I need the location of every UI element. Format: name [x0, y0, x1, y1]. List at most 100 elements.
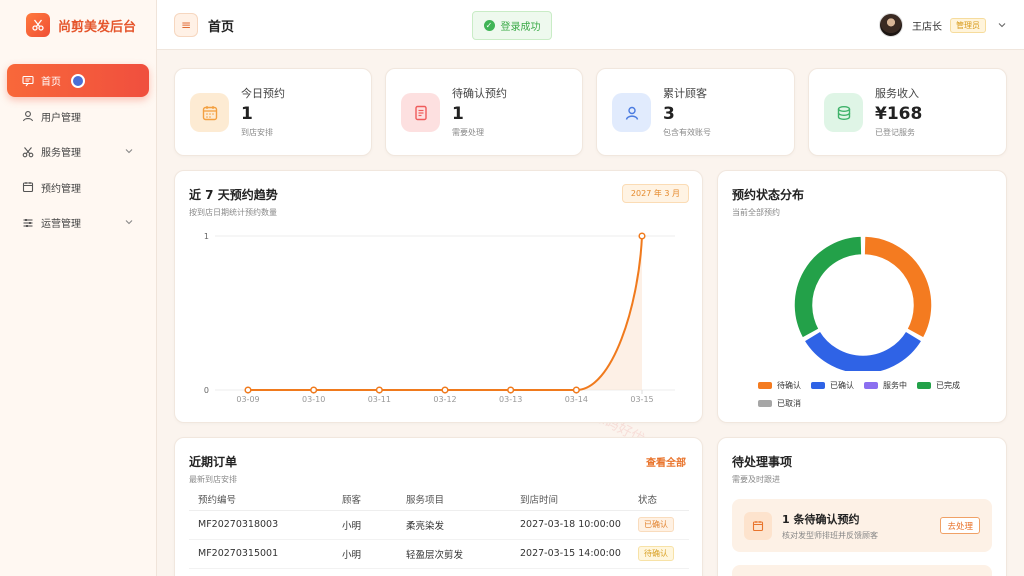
sidebar-item-label: 运营管理 [41, 219, 81, 230]
check-circle-icon: ✓ [483, 20, 495, 31]
y-tick-label: 0 [204, 386, 209, 395]
sliders-icon [21, 216, 35, 230]
donut-slice[interactable] [803, 330, 923, 371]
menu-toggle-button[interactable]: ≡ [174, 13, 198, 37]
stat-card-pending-appointments: 待确认预约 1 需要处理 [385, 68, 583, 156]
donut-slice[interactable] [793, 235, 863, 339]
stat-sub: 包含有效账号 [663, 128, 711, 137]
legend-item[interactable]: 待确认 [758, 376, 801, 394]
x-tick-label: 03-10 [302, 395, 325, 404]
order-status-cell: 已确认 [629, 510, 689, 540]
stat-value: ¥168 [875, 104, 923, 124]
sidebar-item-users[interactable]: 用户管理 [7, 100, 149, 133]
indicator-dot [71, 73, 85, 88]
role-badge: 管理员 [950, 17, 986, 33]
stat-label: 服务收入 [875, 87, 919, 100]
sidebar-item-home[interactable]: 首页 [7, 64, 149, 97]
handle-button[interactable]: 去处理 [940, 517, 980, 534]
legend-swatch [864, 381, 878, 389]
status-donut-chart [793, 235, 933, 371]
login-success-toast: ✓ 登录成功 [472, 11, 552, 40]
coins-icon [824, 93, 863, 132]
chevron-down-icon [125, 220, 133, 225]
sidebar-item-label: 服务管理 [41, 148, 81, 159]
sidebar: 尚剪美发后台 首页 用户管理 服务管理 预约管理 运营管理 [0, 0, 157, 576]
stat-label: 待确认预约 [452, 87, 507, 100]
legend-item[interactable]: 已取消 [758, 394, 801, 412]
legend-item[interactable]: 已完成 [917, 376, 960, 394]
top-header: ≡ 首页 ✓ 登录成功 王店长 管理员 [157, 0, 1024, 50]
legend-item[interactable]: 已确认 [811, 376, 854, 394]
x-tick-label: 03-14 [565, 395, 588, 404]
calendar-icon [190, 93, 229, 132]
stat-sub: 已登记服务 [875, 128, 915, 137]
brand-name: 尚剪美发后台 [58, 19, 137, 35]
data-point [441, 386, 449, 394]
avatar [879, 13, 903, 37]
x-tick-label: 03-11 [368, 395, 391, 404]
sidebar-item-operations[interactable]: 运营管理 [7, 206, 149, 239]
x-tick-label: 03-13 [499, 395, 522, 404]
order-status-cell: 待确认 [629, 539, 689, 569]
column-header: 预约编号 [189, 488, 333, 511]
stat-card-service-revenue: 服务收入 ¥168 已登记服务 [808, 68, 1007, 156]
legend-label: 待确认 [777, 380, 801, 390]
sidebar-item-services[interactable]: 服务管理 [7, 135, 149, 168]
chevron-down-icon [998, 23, 1006, 28]
order-id: MF20270318003 [189, 510, 333, 540]
brand: 尚剪美发后台 [0, 0, 156, 50]
stat-sub: 到店安排 [241, 128, 273, 137]
calendar-icon [21, 180, 35, 194]
x-tick-label: 03-12 [433, 395, 456, 404]
user-name: 王店长 [912, 21, 942, 33]
column-header: 到店时间 [511, 488, 629, 511]
stat-card-today-appointments: 今日预约 1 到店安排 [174, 68, 372, 156]
data-point [375, 386, 383, 394]
donut-slice[interactable] [863, 235, 933, 339]
series-area [248, 236, 642, 390]
sidebar-item-label: 首页 [41, 77, 61, 88]
trend-chart-card: 近 7 天预约趋势 按到店日期统计预约数量 2027 年 3 月 0 1 03-09… [174, 170, 703, 423]
table-header-row: 预约编号 顾客 服务项目 到店时间 状态 [189, 488, 689, 511]
stat-card-total-customers: 累计顾客 3 包含有效账号 [596, 68, 795, 156]
table-row[interactable]: MF20270315001 小明 轻盈层次剪发 2027-03-15 14:00… [189, 539, 689, 569]
stat-value: 1 [452, 104, 464, 124]
todo-item-subtitle: 核对发型师排班并反馈顾客 [782, 531, 878, 540]
data-point [310, 386, 318, 394]
order-customer: 小明 [333, 539, 397, 569]
orders-table: 预约编号 顾客 服务项目 到店时间 状态 MF20270318003 小明 柔亮… [189, 488, 689, 569]
recent-orders-card: 近期订单 最新到店安排 查看全部 预约编号 顾客 服务项目 到店时间 状态 MF… [174, 437, 703, 576]
legend-label: 已确认 [830, 380, 854, 390]
y-tick-label: 1 [204, 232, 209, 241]
data-point [638, 232, 646, 240]
trend-line-chart: 0 1 03-09 03-10 03-11 03-12 03-13 03-14 03-15 [204, 232, 675, 404]
x-tick-label: 03-15 [630, 395, 653, 404]
legend-swatch [758, 399, 772, 407]
legend-label: 已取消 [777, 398, 801, 408]
user-menu[interactable]: 王店长 管理员 [879, 13, 1008, 37]
sidebar-item-label: 预约管理 [41, 183, 81, 195]
column-header: 状态 [629, 488, 689, 511]
todo-item[interactable] [732, 565, 992, 576]
sidebar-nav: 首页 用户管理 服务管理 预约管理 运营管理 [0, 64, 156, 239]
orders-title: 近期订单 [189, 455, 238, 469]
status-badge: 已确认 [638, 517, 674, 532]
todo-subtitle: 需要及时跟进 [732, 475, 780, 484]
order-time: 2027-03-15 14:00:00 [511, 539, 629, 569]
sidebar-item-appointments[interactable]: 预约管理 [7, 171, 149, 204]
todo-item[interactable]: 1 条待确认预约 核对发型师排班并反馈顾客 去处理 [732, 499, 992, 552]
order-service: 轻盈层次剪发 [397, 539, 511, 569]
legend-label: 服务中 [883, 380, 907, 390]
legend-item[interactable]: 服务中 [864, 376, 907, 394]
table-row[interactable]: MF20270318003 小明 柔亮染发 2027-03-18 10:00:0… [189, 510, 689, 540]
column-header: 顾客 [333, 488, 397, 511]
data-point [244, 386, 252, 394]
data-point [572, 386, 580, 394]
page-title: 首页 [208, 20, 235, 35]
view-all-link[interactable]: 查看全部 [646, 454, 686, 469]
stat-value: 1 [241, 104, 253, 124]
stat-sub: 需要处理 [452, 128, 484, 137]
order-service: 柔亮染发 [397, 510, 511, 540]
todo-title: 待处理事项 [732, 455, 793, 469]
legend-swatch [811, 381, 825, 389]
